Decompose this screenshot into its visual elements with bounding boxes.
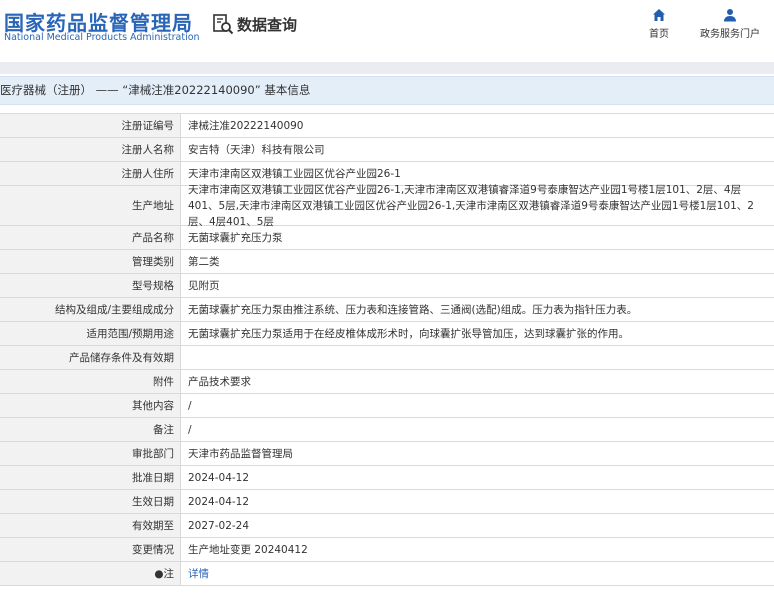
row-label: 审批部门 (0, 442, 181, 465)
table-row: 结构及组成/主要组成成分 无菌球囊扩充压力泵由推注系统、压力表和连接管路、三通阀… (0, 298, 774, 322)
row-value: / (188, 399, 192, 412)
row-label: 生效日期 (0, 490, 181, 513)
breadcrumb: 医疗器械（注册） —— “津械注准20222140090” 基本信息 (0, 76, 774, 105)
table-row: 批准日期 2024-04-12 (0, 466, 774, 490)
nav-service-portal-button[interactable]: 政务服务门户 (698, 8, 762, 40)
row-value: 见附页 (188, 279, 220, 292)
row-label: 产品储存条件及有效期 (0, 346, 181, 369)
row-label: 结构及组成/主要组成成分 (0, 298, 181, 321)
nav-service-label: 政务服务门户 (700, 29, 760, 40)
table-row: ●注 详情 (0, 562, 774, 586)
detail-table: 注册证编号 津械注准20222140090 注册人名称 安吉特（天津）科技有限公… (0, 113, 774, 586)
document-search-icon (213, 14, 234, 35)
site-header: 国家药品监督管理局 National Medical Products Admi… (0, 0, 774, 62)
row-label: 其他内容 (0, 394, 181, 417)
table-row: 管理类别 第二类 (0, 250, 774, 274)
table-row: 生产地址 天津市津南区双港镇工业园区优谷产业园26-1,天津市津南区双港镇睿泽道… (0, 183, 774, 228)
table-row: 审批部门 天津市药品监督管理局 (0, 442, 774, 466)
table-row: 注册证编号 津械注准20222140090 (0, 114, 774, 138)
table-row: 变更情况 生产地址变更 20240412 (0, 538, 774, 562)
table-row: 有效期至 2027-02-24 (0, 514, 774, 538)
data-query-link[interactable]: 数据查询 (212, 13, 297, 35)
table-row: 附件 产品技术要求 (0, 370, 774, 394)
row-label: 注册证编号 (0, 114, 181, 137)
row-value: 无菌球囊扩充压力泵 (188, 231, 283, 244)
table-row: 其他内容 / (0, 394, 774, 418)
row-value (181, 346, 774, 369)
row-label: 附件 (0, 370, 181, 393)
row-label: 批准日期 (0, 466, 181, 489)
table-row: 产品名称 无菌球囊扩充压力泵 (0, 226, 774, 250)
table-row: 注册人名称 安吉特（天津）科技有限公司 (0, 138, 774, 162)
table-row: 备注 / (0, 418, 774, 442)
row-value: 生产地址变更 20240412 (188, 543, 308, 556)
row-label: 适用范围/预期用途 (0, 322, 181, 345)
row-label: 管理类别 (0, 250, 181, 273)
row-label: 注册人住所 (0, 162, 181, 185)
row-label: 型号规格 (0, 274, 181, 297)
org-name-en[interactable]: National Medical Products Administration (4, 32, 200, 43)
row-label: 变更情况 (0, 538, 181, 561)
row-value: 2024-04-12 (188, 495, 250, 508)
data-query-label: 数据查询 (237, 15, 298, 34)
nav-home-button[interactable]: 首页 (645, 8, 673, 40)
row-value: 无菌球囊扩充压力泵适用于在经皮椎体成形术时，向球囊扩张导管加压，达到球囊扩张的作… (188, 327, 629, 340)
row-label: 有效期至 (0, 514, 181, 537)
row-value: 第二类 (188, 255, 220, 268)
table-row: 生效日期 2024-04-12 (0, 490, 774, 514)
table-row: 型号规格 见附页 (0, 274, 774, 298)
header-divider (0, 62, 774, 74)
user-icon (724, 9, 736, 22)
table-row: 适用范围/预期用途 无菌球囊扩充压力泵适用于在经皮椎体成形术时，向球囊扩张导管加… (0, 322, 774, 346)
row-label: 生产地址 (0, 186, 181, 225)
row-value: 天津市药品监督管理局 (188, 447, 293, 460)
row-label: ●注 (0, 562, 181, 585)
row-label: 产品名称 (0, 226, 181, 249)
row-value: 天津市津南区双港镇工业园区优谷产业园26-1,天津市津南区双港镇睿泽道9号泰康智… (188, 183, 754, 228)
table-row: 产品储存条件及有效期 (0, 346, 774, 370)
row-value: 2024-04-12 (188, 471, 250, 484)
nav-home-label: 首页 (649, 29, 669, 40)
home-icon (653, 9, 665, 21)
row-label: 备注 (0, 418, 181, 441)
details-link[interactable]: 详情 (181, 562, 774, 585)
row-value: 安吉特（天津）科技有限公司 (188, 143, 325, 156)
row-value: 产品技术要求 (188, 375, 251, 388)
row-value: 2027-02-24 (188, 519, 250, 532)
row-label: 注册人名称 (0, 138, 181, 161)
row-value: 无菌球囊扩充压力泵由推注系统、压力表和连接管路、三通阀(选配)组成。压力表为指针… (188, 303, 638, 316)
row-value: 津械注准20222140090 (188, 119, 304, 132)
row-value: / (188, 423, 192, 436)
